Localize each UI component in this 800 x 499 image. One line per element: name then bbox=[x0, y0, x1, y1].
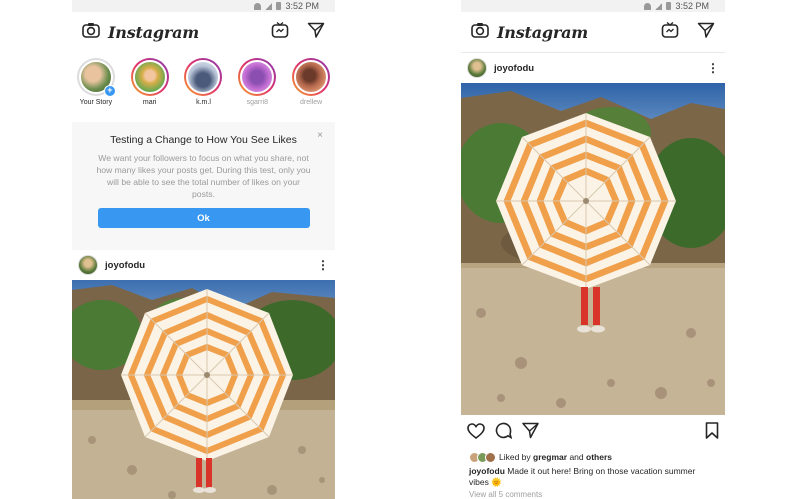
phone-screen-left: 3:52 PM Instagram + Your Story mari k.m.… bbox=[72, 0, 335, 499]
post-header: joyofodu ⋮ bbox=[461, 53, 725, 83]
story-avatar-ring: + bbox=[76, 58, 116, 97]
status-bar: 3:52 PM bbox=[72, 0, 335, 12]
story-kml[interactable]: k.m.l bbox=[184, 58, 224, 118]
caption-username[interactable]: joyofodu bbox=[469, 466, 505, 476]
view-comments-link[interactable]: View all 5 comments bbox=[461, 488, 725, 499]
liked-by-prefix: Liked by bbox=[499, 452, 531, 462]
heart-icon[interactable] bbox=[467, 422, 485, 444]
app-brand-logo: Instagram bbox=[497, 22, 588, 42]
story-drellew[interactable]: drellew bbox=[291, 58, 331, 118]
post-photo[interactable] bbox=[72, 280, 335, 499]
wifi-icon bbox=[254, 2, 262, 10]
likes-test-notice: × Testing a Change to How You See Likes … bbox=[72, 122, 335, 250]
more-options-icon[interactable]: ⋮ bbox=[707, 61, 719, 75]
signal-icon bbox=[265, 2, 273, 10]
ok-button[interactable]: Ok bbox=[97, 208, 310, 228]
add-story-plus-icon[interactable]: + bbox=[103, 85, 116, 97]
notice-body: We want your followers to focus on what … bbox=[96, 153, 311, 199]
post-photo[interactable] bbox=[461, 83, 725, 415]
close-icon[interactable]: × bbox=[317, 130, 323, 141]
post-username[interactable]: joyofodu bbox=[105, 260, 145, 271]
story-avatar-ring bbox=[292, 58, 331, 96]
camera-icon[interactable] bbox=[82, 22, 100, 43]
direct-message-icon[interactable] bbox=[697, 21, 715, 44]
direct-message-icon[interactable] bbox=[307, 21, 325, 44]
story-name: drellew bbox=[299, 99, 323, 106]
notice-title: Testing a Change to How You See Likes bbox=[110, 134, 297, 146]
signal-icon bbox=[655, 2, 663, 10]
status-time: 3:52 PM bbox=[675, 1, 709, 11]
igtv-icon[interactable] bbox=[271, 21, 289, 44]
liked-by-and: and bbox=[569, 452, 584, 462]
umbrella-photo bbox=[461, 83, 725, 415]
avatar bbox=[485, 451, 496, 463]
more-options-icon[interactable]: ⋮ bbox=[317, 258, 329, 272]
story-your-story[interactable]: + Your Story bbox=[76, 58, 116, 118]
liked-by-user[interactable]: gregmar bbox=[533, 452, 567, 462]
liker-avatars bbox=[469, 451, 496, 463]
post-header: joyofodu ⋮ bbox=[72, 250, 335, 280]
post-caption: joyofodu Made it out here! Bring on thos… bbox=[461, 463, 725, 488]
avatar[interactable] bbox=[467, 58, 487, 78]
umbrella-photo bbox=[72, 280, 335, 499]
wifi-icon bbox=[644, 2, 652, 10]
battery-icon bbox=[276, 2, 282, 10]
story-name: Your Story bbox=[79, 99, 113, 106]
phone-screen-right: 3:52 PM Instagram joyofodu ⋮ Liked by gr… bbox=[461, 0, 725, 499]
camera-icon[interactable] bbox=[471, 22, 489, 43]
status-time: 3:52 PM bbox=[285, 1, 319, 11]
app-header: Instagram bbox=[461, 12, 725, 52]
battery-icon bbox=[666, 2, 672, 10]
stories-tray: + Your Story mari k.m.l sgarri8 drellew bbox=[72, 52, 335, 118]
comment-icon[interactable] bbox=[495, 422, 512, 444]
bookmark-icon[interactable] bbox=[705, 422, 719, 444]
story-mari[interactable]: mari bbox=[130, 58, 170, 118]
app-header: Instagram bbox=[72, 12, 335, 52]
post-username[interactable]: joyofodu bbox=[494, 63, 534, 74]
status-bar: 3:52 PM bbox=[461, 0, 725, 12]
story-name: mari bbox=[142, 99, 157, 106]
igtv-icon[interactable] bbox=[661, 21, 679, 44]
story-name: k.m.l bbox=[196, 99, 211, 106]
story-avatar-ring bbox=[130, 58, 169, 96]
story-name: sgarri8 bbox=[246, 99, 268, 106]
post-actions bbox=[461, 415, 725, 451]
story-avatar-ring bbox=[184, 58, 223, 96]
story-avatar-ring bbox=[238, 58, 277, 96]
liked-by-others[interactable]: others bbox=[586, 452, 612, 462]
app-brand-logo: Instagram bbox=[108, 22, 199, 42]
share-icon[interactable] bbox=[522, 422, 539, 444]
story-sgarri8[interactable]: sgarri8 bbox=[237, 58, 277, 118]
avatar[interactable] bbox=[78, 255, 98, 275]
liked-by-line[interactable]: Liked by gregmar and others bbox=[461, 451, 725, 463]
